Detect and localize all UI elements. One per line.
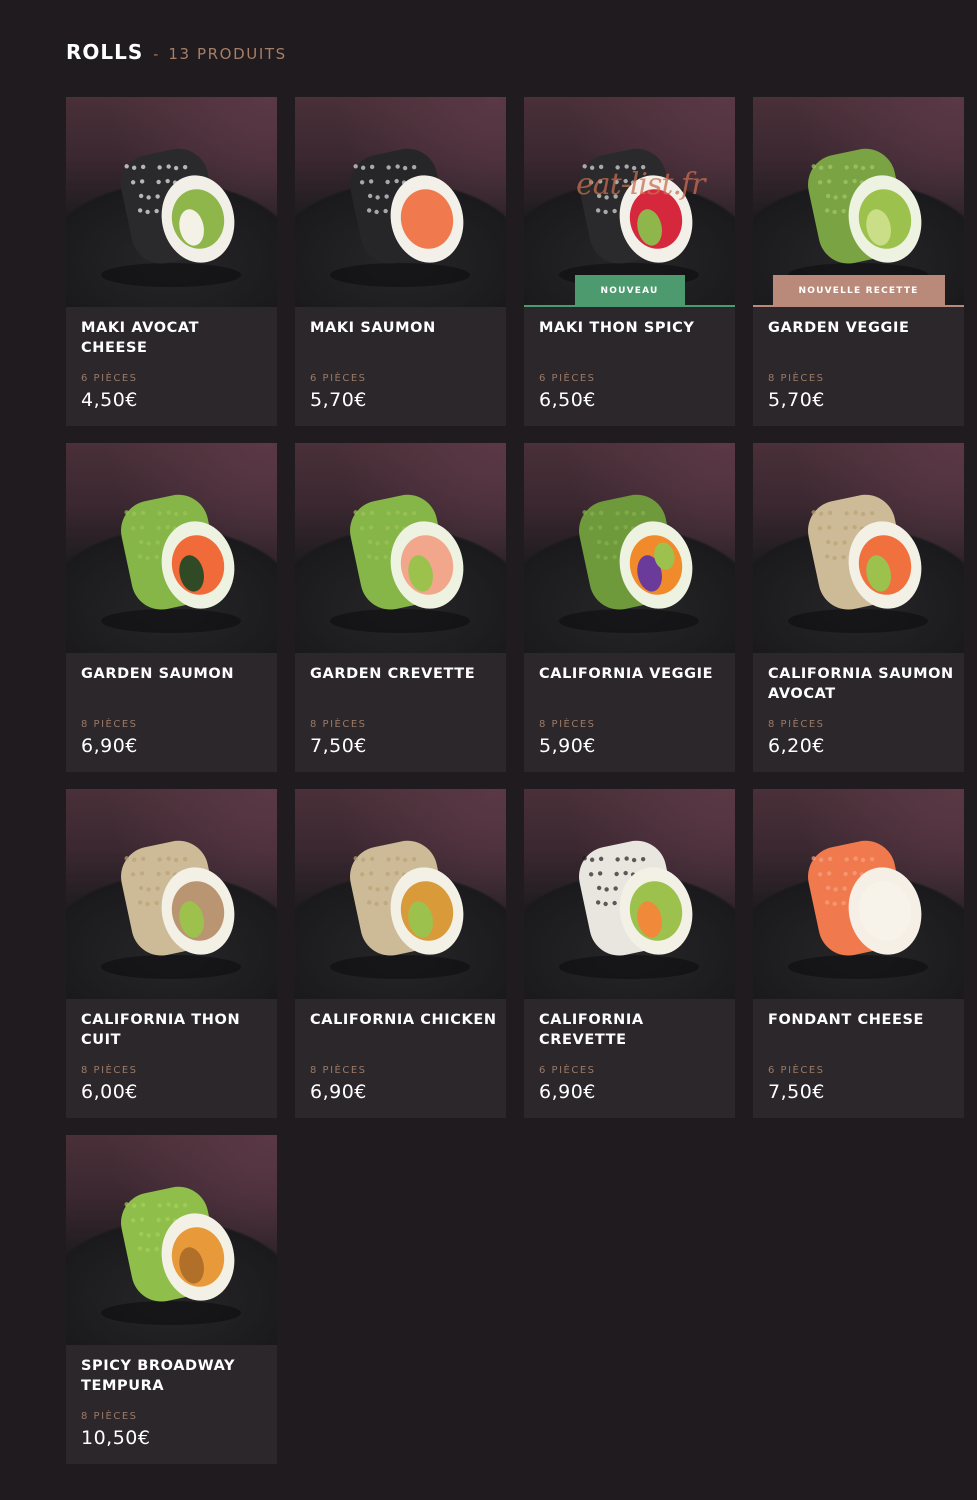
product-card[interactable]: CALIFORNIA VEGGIE 8 PIÈCES 5,90€ bbox=[524, 443, 735, 772]
product-card[interactable]: MAKI SAUMON 6 PIÈCES 5,70€ bbox=[295, 97, 506, 426]
product-count: 13 PRODUITS bbox=[168, 45, 287, 63]
product-pieces: 6 PIÈCES bbox=[81, 373, 138, 384]
product-card[interactable]: CALIFORNIA SAUMON AVOCAT 8 PIÈCES 6,20€ bbox=[753, 443, 964, 772]
product-card[interactable]: MAKI AVOCAT CHEESE 6 PIÈCES 4,50€ bbox=[66, 97, 277, 426]
product-name[interactable]: SPICY BROADWAY TEMPURA bbox=[81, 1357, 269, 1396]
product-image[interactable] bbox=[66, 97, 277, 307]
product-card[interactable]: CALIFORNIA THON CUIT 8 PIÈCES 6,00€ bbox=[66, 789, 277, 1118]
product-name[interactable]: CALIFORNIA VEGGIE bbox=[539, 665, 727, 685]
product-pieces: 8 PIÈCES bbox=[81, 719, 138, 730]
product-price: 6,00€ bbox=[81, 1081, 138, 1103]
product-name[interactable]: GARDEN CREVETTE bbox=[310, 665, 498, 685]
product-image[interactable] bbox=[295, 97, 506, 307]
product-pieces: 6 PIÈCES bbox=[310, 373, 367, 384]
product-image[interactable] bbox=[753, 789, 964, 999]
product-name[interactable]: MAKI SAUMON bbox=[310, 319, 498, 339]
product-pieces: 6 PIÈCES bbox=[768, 1065, 825, 1076]
product-price: 10,50€ bbox=[81, 1427, 151, 1449]
product-price: 4,50€ bbox=[81, 389, 138, 411]
product-pieces: 6 PIÈCES bbox=[539, 1065, 596, 1076]
product-card[interactable]: GARDEN CREVETTE 8 PIÈCES 7,50€ bbox=[295, 443, 506, 772]
product-name[interactable]: CALIFORNIA THON CUIT bbox=[81, 1011, 269, 1050]
product-name[interactable]: CALIFORNIA CREVETTE bbox=[539, 1011, 727, 1050]
product-price: 5,70€ bbox=[310, 389, 367, 411]
product-badge: NOUVELLE RECETTE bbox=[772, 275, 945, 307]
product-card[interactable]: GARDEN SAUMON 8 PIÈCES 6,90€ bbox=[66, 443, 277, 772]
product-card[interactable]: FONDANT CHEESE 6 PIÈCES 7,50€ bbox=[753, 789, 964, 1118]
section-header: ROLLS - 13 PRODUITS bbox=[66, 40, 287, 70]
product-card[interactable]: CALIFORNIA CHICKEN 8 PIÈCES 6,90€ bbox=[295, 789, 506, 1118]
product-image[interactable] bbox=[66, 789, 277, 999]
product-badge: NOUVEAU bbox=[574, 275, 685, 307]
title-separator: - bbox=[153, 47, 159, 63]
product-name[interactable]: CALIFORNIA SAUMON AVOCAT bbox=[768, 665, 956, 704]
product-image[interactable] bbox=[295, 443, 506, 653]
product-image[interactable]: eat-list.fr NOUVEAU bbox=[524, 97, 735, 307]
product-price: 7,50€ bbox=[768, 1081, 825, 1103]
product-price: 7,50€ bbox=[310, 735, 367, 757]
product-image[interactable] bbox=[524, 443, 735, 653]
product-image[interactable]: NOUVELLE RECETTE bbox=[753, 97, 964, 307]
product-card[interactable]: NOUVELLE RECETTE GARDEN VEGGIE 8 PIÈCES 5,7… bbox=[753, 97, 964, 426]
product-card[interactable]: eat-list.fr NOUVEAU MAKI THON SPICY 6 PIÈCE… bbox=[524, 97, 735, 426]
product-pieces: 8 PIÈCES bbox=[81, 1411, 138, 1422]
product-image[interactable] bbox=[524, 789, 735, 999]
product-pieces: 8 PIÈCES bbox=[310, 1065, 367, 1076]
section-title: ROLLS bbox=[66, 40, 144, 64]
product-name[interactable]: GARDEN VEGGIE bbox=[768, 319, 956, 339]
product-image[interactable] bbox=[753, 443, 964, 653]
product-price: 6,90€ bbox=[310, 1081, 367, 1103]
product-price: 5,90€ bbox=[539, 735, 596, 757]
product-pieces: 8 PIÈCES bbox=[81, 1065, 138, 1076]
product-price: 5,70€ bbox=[768, 389, 825, 411]
product-card[interactable]: SPICY BROADWAY TEMPURA 8 PIÈCES 10,50€ bbox=[66, 1135, 277, 1464]
product-pieces: 8 PIÈCES bbox=[310, 719, 367, 730]
product-pieces: 6 PIÈCES bbox=[539, 373, 596, 384]
product-image[interactable] bbox=[66, 1135, 277, 1345]
product-price: 6,90€ bbox=[81, 735, 138, 757]
product-price: 6,20€ bbox=[768, 735, 825, 757]
product-name[interactable]: CALIFORNIA CHICKEN bbox=[310, 1011, 498, 1031]
product-name[interactable]: MAKI THON SPICY bbox=[539, 319, 727, 339]
product-image[interactable] bbox=[66, 443, 277, 653]
product-pieces: 8 PIÈCES bbox=[768, 719, 825, 730]
product-grid: MAKI AVOCAT CHEESE 6 PIÈCES 4,50€ MAKI SAU… bbox=[66, 97, 964, 1464]
product-price: 6,90€ bbox=[539, 1081, 596, 1103]
product-name[interactable]: FONDANT CHEESE bbox=[768, 1011, 956, 1031]
product-price: 6,50€ bbox=[539, 389, 596, 411]
watermark: eat-list.fr bbox=[576, 167, 705, 202]
product-image[interactable] bbox=[295, 789, 506, 999]
product-pieces: 8 PIÈCES bbox=[768, 373, 825, 384]
product-name[interactable]: GARDEN SAUMON bbox=[81, 665, 269, 685]
product-pieces: 8 PIÈCES bbox=[539, 719, 596, 730]
product-card[interactable]: CALIFORNIA CREVETTE 6 PIÈCES 6,90€ bbox=[524, 789, 735, 1118]
product-name[interactable]: MAKI AVOCAT CHEESE bbox=[81, 319, 269, 358]
